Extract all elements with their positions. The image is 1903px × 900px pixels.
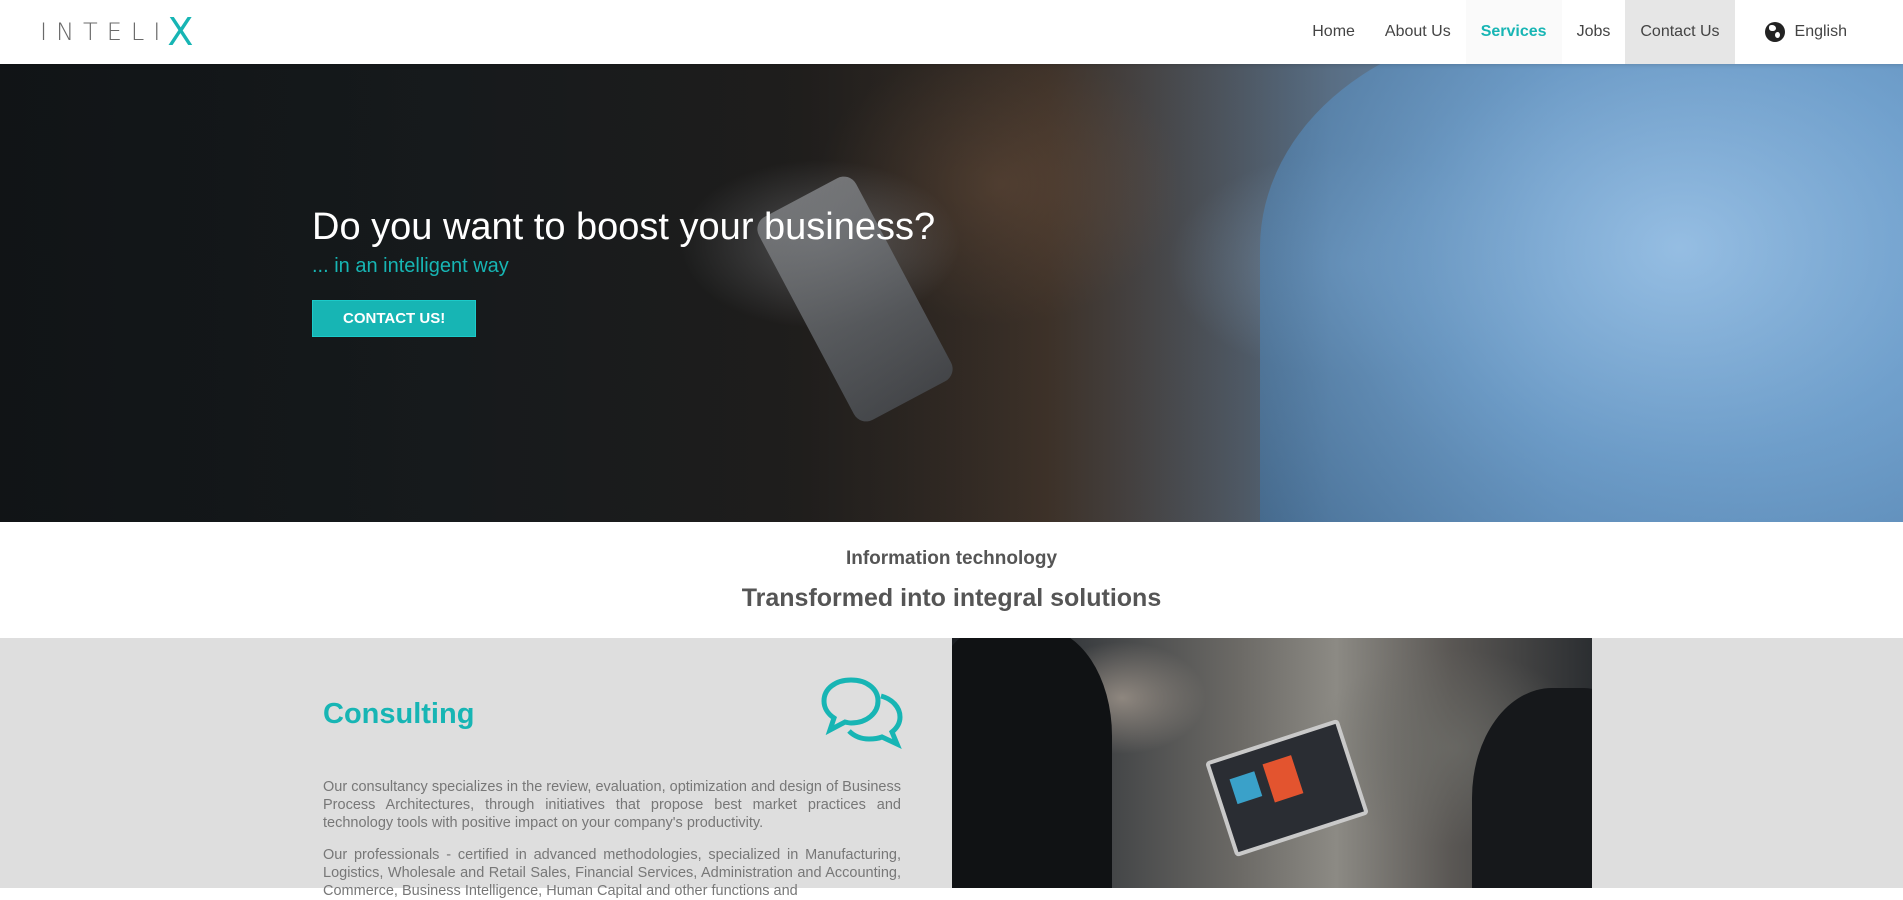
nav-home[interactable]: Home <box>1297 0 1370 64</box>
logo-text: INTELI <box>40 18 170 46</box>
nav-services[interactable]: Services <box>1465 0 1562 64</box>
photo-person-left <box>952 638 1112 888</box>
intro-section: Information technology Transformed into … <box>0 522 1903 638</box>
contact-us-button[interactable]: CONTACT US! <box>312 300 477 337</box>
consulting-photo <box>952 638 1592 888</box>
language-selector[interactable]: English <box>1735 0 1903 64</box>
hero-content: Do you want to boost your business? ... … <box>312 206 935 337</box>
intro-headline: Transformed into integral solutions <box>741 584 1162 612</box>
consulting-paragraph-1: Our consultancy specializes in the revie… <box>323 779 901 831</box>
hero-subtitle: ... in an intelligent way <box>312 255 509 277</box>
chat-bubbles-icon <box>821 677 903 749</box>
hero-overlay <box>0 64 1903 522</box>
main-nav: Home About Us Services Jobs Contact Us E… <box>1297 0 1903 64</box>
hero-title: Do you want to boost your business? <box>312 206 936 248</box>
logo-accent: X <box>167 10 194 54</box>
language-label: English <box>1794 23 1847 40</box>
globe-icon <box>1764 22 1785 42</box>
photo-laptop <box>1204 718 1370 858</box>
consulting-section: Consulting Our consultancy specializes i… <box>0 638 1903 899</box>
site-header: INTELI X Home About Us Services Jobs Con… <box>0 0 1903 64</box>
hero-banner: Do you want to boost your business? ... … <box>0 64 1903 522</box>
consulting-paragraph-2: Our professionals - certified in advance… <box>323 847 901 899</box>
logo[interactable]: INTELI X <box>40 12 193 52</box>
consulting-title: Consulting <box>323 698 475 730</box>
nav-jobs[interactable]: Jobs <box>1562 0 1626 64</box>
photo-person-right <box>1472 688 1592 888</box>
intro-kicker: Information technology <box>845 548 1058 569</box>
nav-contact-us[interactable]: Contact Us <box>1625 0 1735 64</box>
nav-about-us[interactable]: About Us <box>1370 0 1466 64</box>
